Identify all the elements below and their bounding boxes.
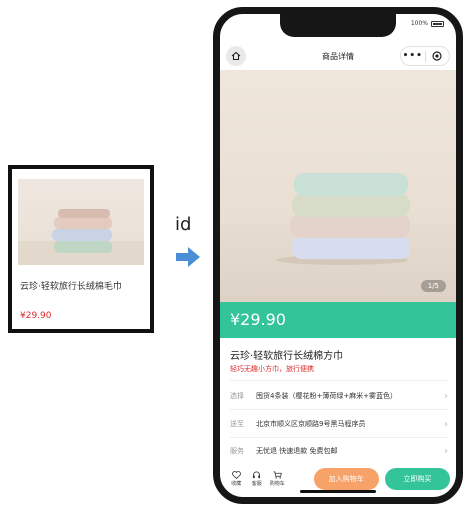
row-divider [230,437,448,438]
target-icon [432,51,442,61]
towel-stack-image [18,209,144,265]
chevron-right-icon: › [444,390,448,402]
card-price: ¥29.90 [20,311,52,321]
phone-frame: 100% 商品详情 ••• 1/5 ¥29.90 云珍·轻软旅行长绒棉方巾 轻巧… [213,7,463,504]
row-value: 无忧退 快速退款 免费包邮 [256,447,338,455]
product-subtitle: 轻巧无趣小方巾，旅行便携 [230,365,314,373]
cart-icon [273,471,282,479]
nav-bar: 商品详情 ••• [220,42,456,70]
chevron-right-icon: › [444,418,448,430]
home-indicator [300,490,376,493]
right-arrow-icon [176,247,200,267]
home-icon [231,51,241,61]
heart-icon [231,471,241,479]
chevron-right-icon: › [444,445,448,457]
product-thumbnail [18,179,144,265]
id-label: id [175,214,192,235]
row-select[interactable]: 选择 囤货4条装（樱花粉+薄荷绿+麻米+雾蓝色） › [230,388,448,404]
row-service[interactable]: 服务 无忧退 快速退款 免费包邮 › [230,443,448,459]
phone-notch [280,14,396,37]
add-to-cart-button[interactable]: 加入购物车 [313,468,379,490]
gallery-pager: 1/5 [420,280,446,292]
headset-icon [253,471,261,479]
card-title: 云珍·轻软旅行长绒棉毛巾 [20,282,122,292]
product-title: 云珍·轻软旅行长绒棉方巾 [230,351,344,362]
more-button[interactable]: ••• [401,46,425,66]
favorite-button[interactable]: 收藏 [226,471,247,487]
row-value: 囤货4条装（樱花粉+薄荷绿+麻米+雾蓝色） [256,392,398,400]
row-key: 选择 [230,392,244,400]
service-button[interactable]: 客服 [247,471,268,487]
home-button[interactable] [226,46,246,66]
cart-label: 购物车 [269,481,285,487]
row-key: 服务 [230,447,244,455]
capsule-menu: ••• [400,46,450,66]
towel-stack-photo [276,173,410,265]
row-divider [230,409,448,410]
row-key: 送至 [230,420,244,428]
cart-button[interactable]: 购物车 [267,471,288,487]
row-address[interactable]: 送至 北京市顺义区京顺路9号黑马程序员 › [230,416,448,432]
page-title: 商品详情 [322,51,354,61]
row-divider [230,380,448,381]
close-button[interactable] [426,51,450,61]
battery-percent: 100% [410,20,428,27]
product-gallery[interactable]: 1/5 [220,70,456,302]
status-bar: 100% [411,20,444,27]
buy-now-button[interactable]: 立即购买 [384,468,450,490]
battery-icon [431,20,444,27]
price-bar: ¥29.90 [220,302,456,338]
favorite-label: 收藏 [231,481,242,487]
row-value: 北京市顺义区京顺路9号黑马程序员 [256,420,366,428]
product-card[interactable]: 云珍·轻软旅行长绒棉毛巾 ¥29.90 [8,165,154,333]
service-label: 客服 [251,481,262,487]
